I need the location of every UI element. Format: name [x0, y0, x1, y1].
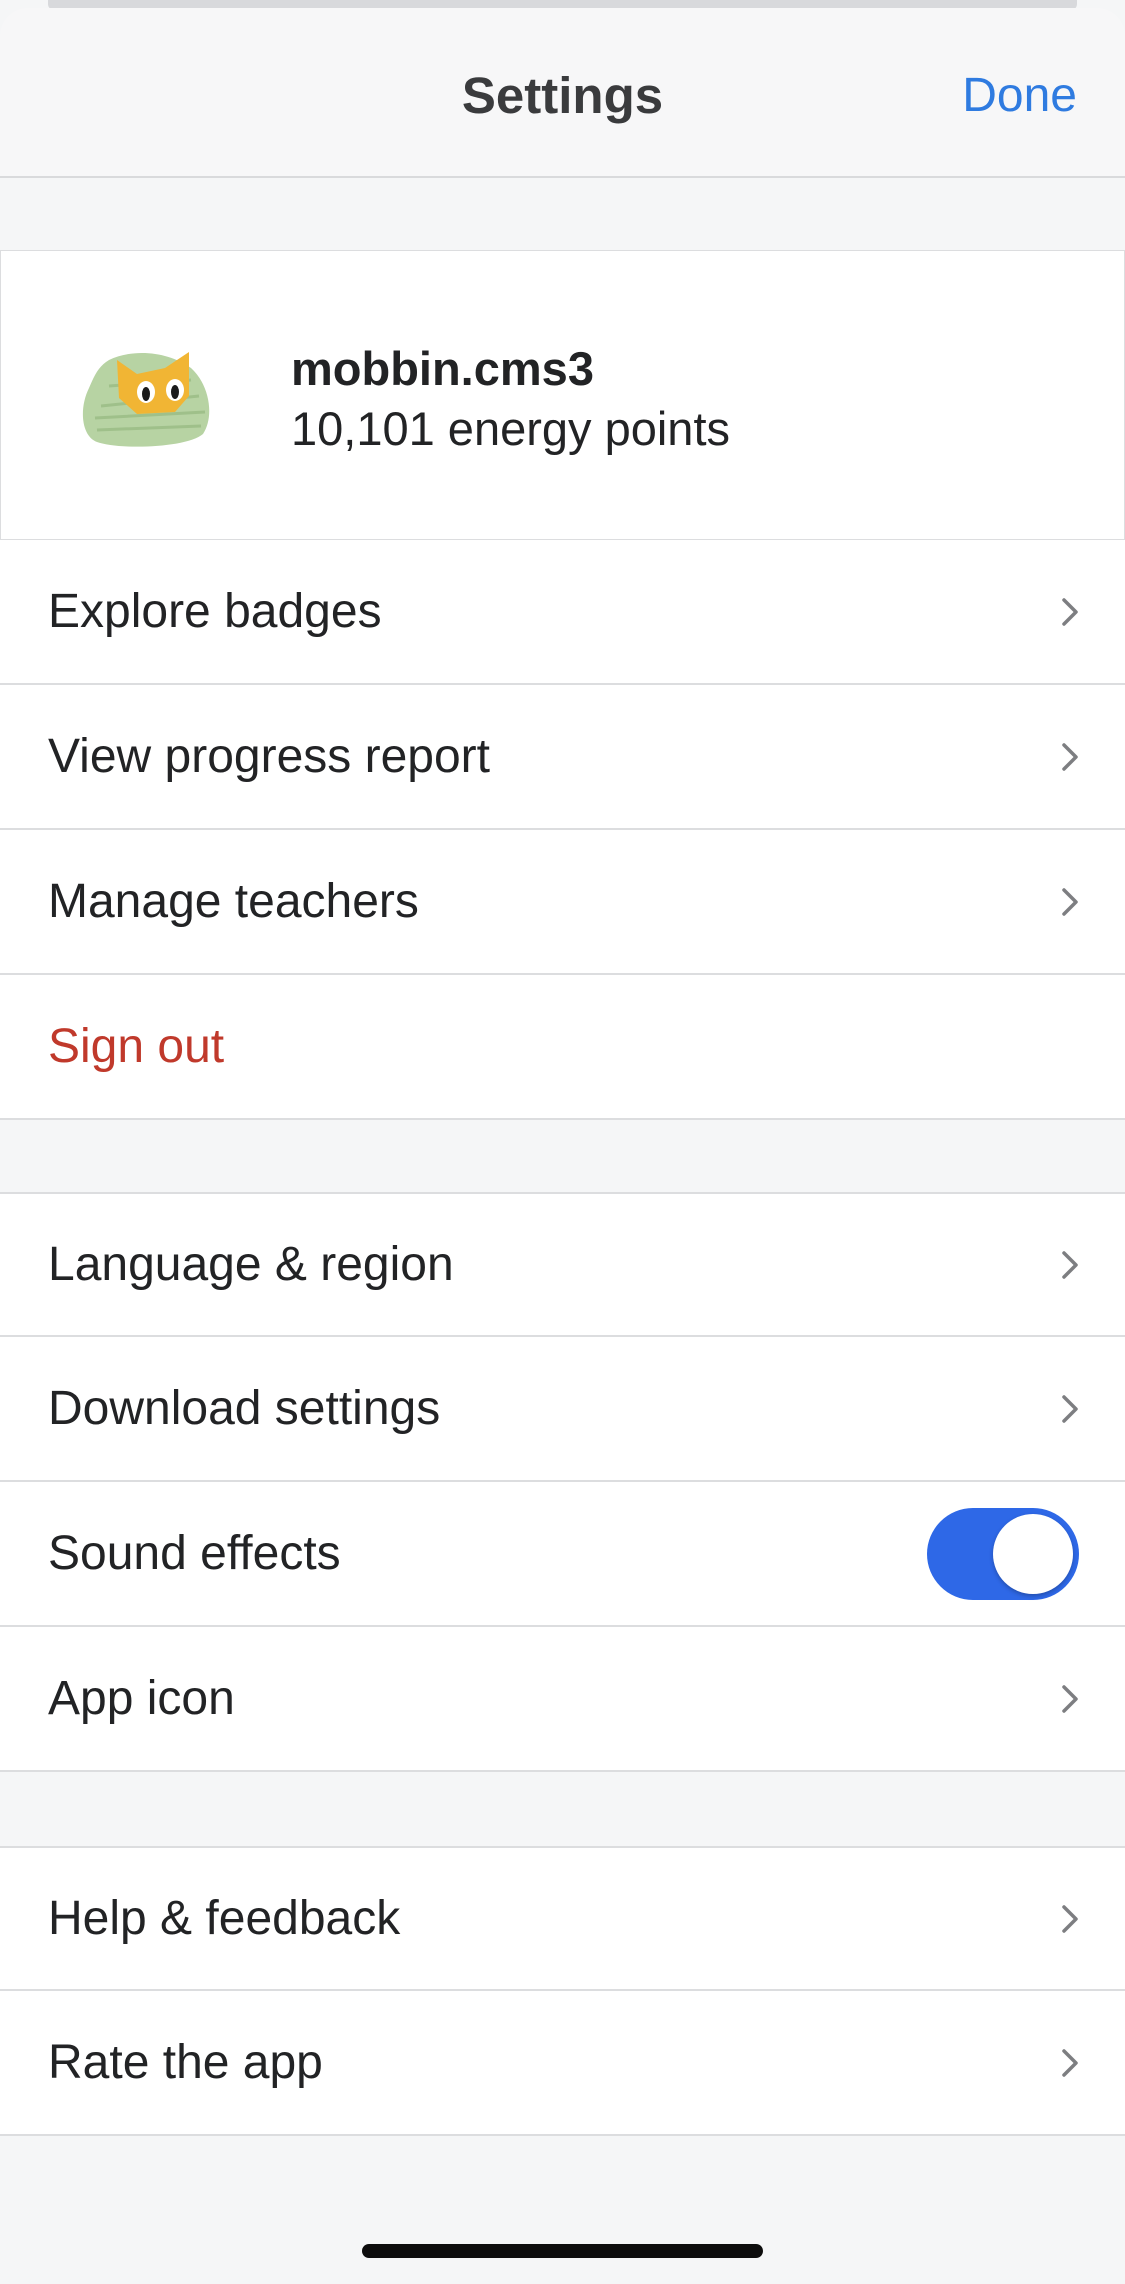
done-button[interactable]: Done — [962, 68, 1077, 123]
row-label: Rate the app — [48, 2036, 323, 2089]
profile-username: mobbin.cms3 — [291, 342, 594, 395]
view-progress-report-row[interactable]: View progress report — [0, 685, 1125, 830]
row-label: Manage teachers — [48, 875, 419, 928]
preferences-group: Language & region Download settings Soun… — [0, 1192, 1125, 1772]
row-label: Help & feedback — [48, 1892, 401, 1945]
chevron-right-icon — [1062, 1904, 1078, 1933]
manage-teachers-row[interactable]: Manage teachers — [0, 830, 1125, 975]
home-indicator — [362, 2244, 763, 2258]
page-title: Settings — [461, 67, 664, 124]
chevron-right-icon — [1062, 1250, 1078, 1279]
chevron-right-icon — [1062, 1394, 1078, 1423]
account-group: Explore badges View progress report Mana… — [0, 540, 1125, 1120]
support-group: Help & feedback Rate the app — [0, 1846, 1125, 2136]
chevron-right-icon — [1062, 2048, 1078, 2077]
chevron-right-icon — [1062, 887, 1078, 916]
toggle-knob — [993, 1513, 1073, 1594]
explore-badges-row[interactable]: Explore badges — [0, 540, 1125, 685]
chevron-right-icon — [1062, 1684, 1078, 1713]
profile-card: mobbin.cms3 10,101 energy points — [0, 250, 1125, 540]
row-label: View progress report — [48, 730, 490, 783]
profile-energy-points: 10,101 energy points — [291, 402, 730, 455]
rate-the-app-row[interactable]: Rate the app — [0, 1991, 1125, 2136]
row-label: Explore badges — [48, 585, 382, 638]
help-feedback-row[interactable]: Help & feedback — [0, 1846, 1125, 1991]
row-label: Language & region — [48, 1238, 454, 1291]
chevron-right-icon — [1062, 597, 1078, 626]
language-region-row[interactable]: Language & region — [0, 1192, 1125, 1337]
sign-out-label: Sign out — [48, 1020, 225, 1073]
sound-effects-row: Sound effects — [0, 1482, 1125, 1627]
app-icon-row[interactable]: App icon — [0, 1627, 1125, 1772]
nav-header: Settings Done — [0, 8, 1125, 178]
download-settings-row[interactable]: Download settings — [0, 1337, 1125, 1482]
owl-avatar-icon — [82, 352, 210, 447]
sign-out-row[interactable]: Sign out — [0, 975, 1125, 1120]
row-label: Download settings — [48, 1382, 441, 1435]
chevron-right-icon — [1062, 742, 1078, 771]
row-label: Sound effects — [48, 1527, 341, 1580]
sound-effects-toggle[interactable] — [927, 1507, 1079, 1600]
row-label: App icon — [48, 1672, 235, 1725]
